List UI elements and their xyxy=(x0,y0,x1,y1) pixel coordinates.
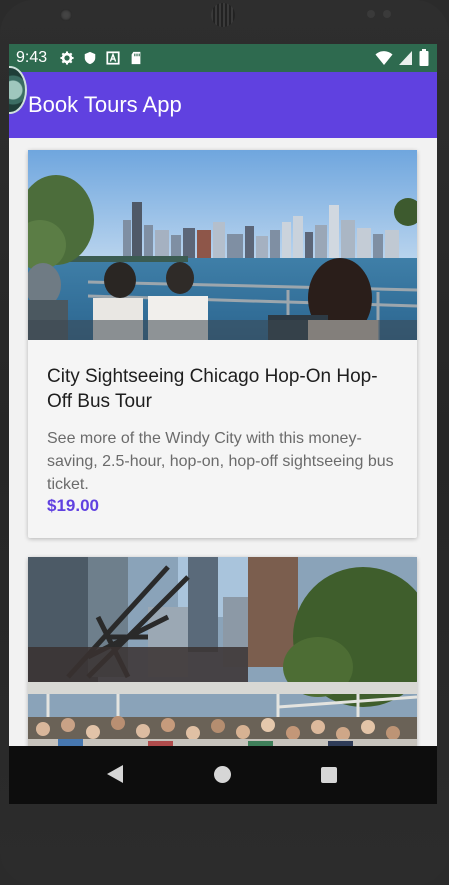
earpiece-speaker xyxy=(211,3,235,27)
tour-title: City Sightseeing Chicago Hop-On Hop-Off … xyxy=(47,366,378,412)
tour-list[interactable]: City Sightseeing Chicago Hop-On Hop-Off … xyxy=(9,138,437,746)
back-icon[interactable] xyxy=(106,764,124,784)
status-bar: 9:43 xyxy=(9,44,437,72)
sensor xyxy=(383,10,391,18)
tour-description: See more of the Windy City with this mon… xyxy=(47,430,394,493)
recents-icon[interactable] xyxy=(321,767,337,783)
status-time: 9:43 xyxy=(16,49,48,66)
app-title: Book Tours App xyxy=(28,92,182,117)
tour-price: $19.00 xyxy=(47,496,99,515)
wifi-icon xyxy=(375,50,393,65)
navigation-bar xyxy=(9,746,437,804)
chicago-river-boat-photo xyxy=(28,557,417,746)
home-icon[interactable] xyxy=(214,766,231,783)
front-camera xyxy=(60,9,72,21)
tour-card[interactable]: City Sightseeing Chicago Hop-On Hop-Off … xyxy=(28,150,417,538)
font-a-icon xyxy=(106,51,120,65)
app-bar: Book Tours App xyxy=(9,72,437,138)
screen: 9:43 Book Tours App City Sightseeing Chi… xyxy=(9,44,437,804)
battery-icon xyxy=(419,49,429,66)
shield-icon xyxy=(84,51,96,65)
chicago-skyline-bus-photo xyxy=(28,150,417,340)
device-frame: 9:43 Book Tours App City Sightseeing Chi… xyxy=(0,0,449,885)
sd-card-icon xyxy=(131,51,141,65)
sensor xyxy=(367,10,375,18)
gear-icon xyxy=(60,51,74,65)
signal-icon xyxy=(399,50,412,65)
tour-card[interactable] xyxy=(28,557,417,746)
